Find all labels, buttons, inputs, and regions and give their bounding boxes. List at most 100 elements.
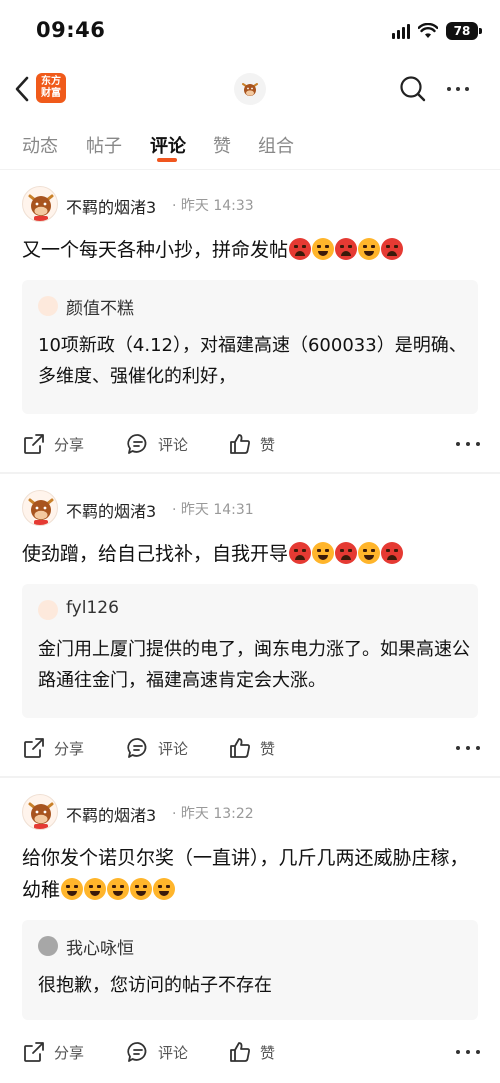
author-name[interactable]: 不羁的烟渚3 [66,498,156,522]
author-avatar[interactable] [22,794,58,830]
thumbs-up-icon [230,434,250,454]
comment-button[interactable]: 评论 [126,736,188,760]
card-more-button[interactable] [456,434,480,454]
comment-button[interactable]: 评论 [126,432,188,456]
status-time: 09:46 [36,18,106,42]
laugh-emoji-icon [107,878,130,900]
quote-author-avatar [38,936,58,956]
angry-emoji-icon [335,238,358,260]
like-button[interactable]: 赞 [228,1040,275,1064]
angry-emoji-icon [335,542,358,564]
quote-author-name: fyl126 [66,598,119,618]
quote-author-name: 颜值不糕 [66,299,134,319]
quoted-post[interactable]: 我心咏恒 很抱歉，您访问的帖子不存在 [22,920,478,1020]
angry-emoji-icon [381,542,404,564]
comment-icon [127,738,147,758]
profile-tabs: 动态 帖子 评论 赞 组合 [0,118,500,170]
cellular-signal-icon [392,23,410,39]
status-bar: 09:46 78 [0,0,500,62]
quote-text: 金门用上厦门提供的电了，闽东电力涨了。如果高速公路通往金门，福建高速肯定会大涨。 [38,639,470,691]
tab-comments[interactable]: 评论 [150,132,186,158]
comment-text-content: 又一个每天各种小抄，拼命发帖 [22,239,289,261]
author-name[interactable]: 不羁的烟渚3 [66,194,156,218]
profile-avatar[interactable] [234,73,266,105]
author-avatar[interactable] [22,186,58,222]
ox-mascot-icon [28,498,54,525]
card-more-button[interactable] [456,738,480,758]
quote-text: 很抱歉，您访问的帖子不存在 [38,975,272,996]
status-icons: 78 [392,20,482,42]
ox-mascot-icon [242,83,258,96]
search-button[interactable] [396,72,430,106]
nav-bar: 东方 财富 [0,62,500,116]
like-button[interactable]: 赞 [228,432,275,456]
author-avatar[interactable] [22,490,58,526]
comment-text-content: 使劲蹭，给自己找补，自我开导 [22,543,289,565]
comment-card: 不羁的烟渚3 · 昨天 14:31 使劲蹭，给自己找补，自我开导 fyl126 … [0,474,500,776]
laugh-emoji-icon [61,878,84,900]
tab-posts[interactable]: 帖子 [86,132,122,158]
tab-likes[interactable]: 赞 [213,132,231,158]
laugh-emoji-icon [312,238,335,260]
search-icon [400,76,426,102]
chevron-left-icon [15,76,29,102]
app-logo-line1: 东方 [41,76,61,87]
quote-author-avatar [38,600,58,620]
quote-author-avatar [38,296,58,316]
thumbs-up-icon [230,1042,250,1062]
quoted-post[interactable]: fyl126 金门用上厦门提供的电了，闽东电力涨了。如果高速公路通往金门，福建高… [22,584,478,718]
quote-text: 10项新政（4.12），对福建高速（600033）是明确、多维度、强催化的利好， [38,335,467,387]
thumbs-up-icon [230,738,250,758]
share-button[interactable]: 分享 [22,736,84,760]
share-button[interactable]: 分享 [22,432,84,456]
like-label: 赞 [260,435,276,454]
post-time: · 昨天 13:22 [172,806,254,822]
quoted-post[interactable]: 颜值不糕 10项新政（4.12），对福建高速（600033）是明确、多维度、强催… [22,280,478,414]
more-menu-button[interactable] [440,74,476,104]
author-name[interactable]: 不羁的烟渚3 [66,802,156,826]
back-button[interactable] [8,72,36,106]
like-button[interactable]: 赞 [228,736,275,760]
share-icon [24,434,44,454]
share-label: 分享 [54,1043,85,1062]
quote-author-name: 我心咏恒 [66,939,134,959]
comment-icon [127,1042,147,1062]
battery-icon: 78 [446,22,482,40]
share-label: 分享 [54,739,85,758]
comment-card: 不羁的烟渚3 · 昨天 13:22 给你发个诺贝尔奖（一直讲），几斤几两还威胁庄… [0,778,500,1083]
laugh-emoji-icon [358,542,381,564]
share-label: 分享 [54,435,85,454]
post-time: · 昨天 14:33 [172,198,254,214]
laugh-emoji-icon [358,238,381,260]
card-more-button[interactable] [456,1042,480,1062]
like-label: 赞 [260,1043,276,1062]
app-logo[interactable]: 东方 财富 [36,73,66,103]
comment-icon [127,434,147,454]
laugh-emoji-icon [84,878,107,900]
angry-emoji-icon [289,542,312,564]
angry-emoji-icon [381,238,404,260]
comment-text: 又一个每天各种小抄，拼命发帖 [22,234,482,266]
comment-label: 评论 [158,1043,189,1062]
angry-emoji-icon [289,238,312,260]
active-tab-indicator [157,158,177,162]
comment-text: 使劲蹭，给自己找补，自我开导 [22,538,482,570]
share-button[interactable]: 分享 [22,1040,84,1064]
laugh-emoji-icon [153,878,176,900]
share-icon [24,738,44,758]
comment-button[interactable]: 评论 [126,1040,188,1064]
like-label: 赞 [260,739,276,758]
laugh-emoji-icon [130,878,153,900]
post-time: · 昨天 14:31 [172,502,254,518]
tab-portfolios[interactable]: 组合 [258,132,294,158]
ox-mascot-icon [28,802,54,829]
laugh-emoji-icon [312,542,335,564]
app-logo-line2: 财富 [41,88,61,99]
share-icon [24,1042,44,1062]
comment-label: 评论 [158,739,189,758]
wifi-icon [418,23,438,38]
comment-card: 不羁的烟渚3 · 昨天 14:33 又一个每天各种小抄，拼命发帖 颜值不糕 10… [0,170,500,472]
tab-activity[interactable]: 动态 [22,132,58,158]
comment-text: 给你发个诺贝尔奖（一直讲），几斤几两还威胁庄稼，幼稚 [22,842,482,906]
ox-mascot-icon [28,194,54,221]
